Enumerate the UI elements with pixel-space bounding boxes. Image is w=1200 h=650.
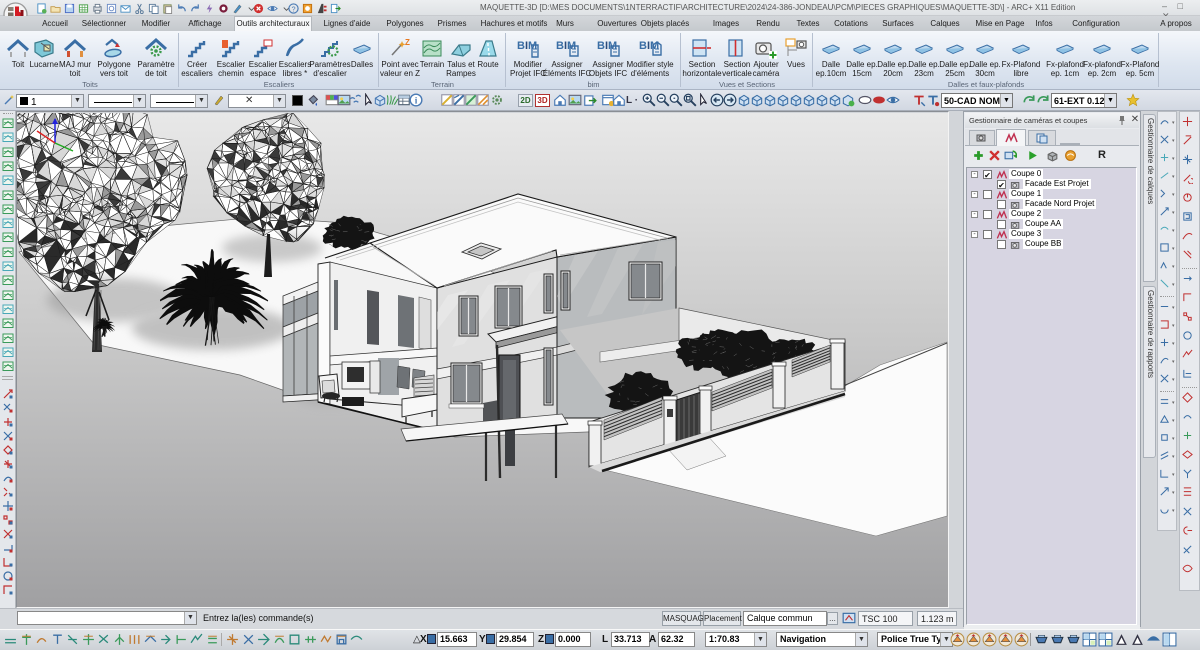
svg-text:Z: Z xyxy=(405,38,410,47)
svg-text:?: ? xyxy=(291,4,295,13)
svg-text:i: i xyxy=(415,97,418,107)
svg-text:BIM: BIM xyxy=(517,40,537,52)
